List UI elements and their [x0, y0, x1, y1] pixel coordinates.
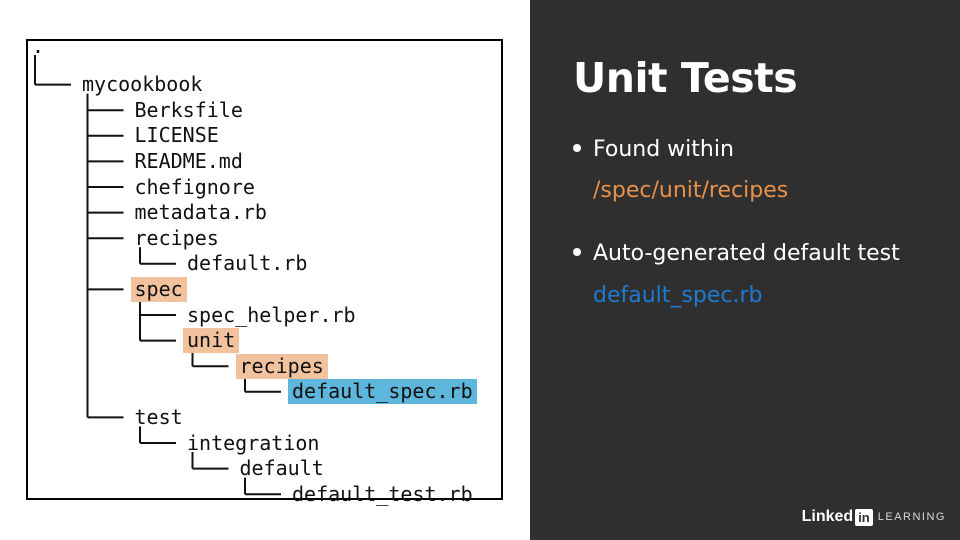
tree-entry: test: [134, 404, 183, 429]
tree-entry: default_test.rb: [292, 481, 473, 506]
bullet-path-detail: /spec/unit/recipes: [593, 178, 789, 203]
tree-entry: metadata.rb: [134, 200, 267, 225]
bullet-found-within: Found within: [573, 137, 734, 162]
slide-text-panel: Unit Tests Found within /spec/unit/recip…: [530, 0, 960, 540]
tree-entry: default_spec.rb: [288, 379, 477, 405]
bullet-dot-icon: [573, 248, 581, 256]
bullet-auto-generated: Auto-generated default test: [573, 241, 900, 266]
tree-root-dot: .: [32, 34, 45, 58]
file-tree-panel: . mycookbook Berksfile LICENSE README.md che…: [0, 0, 530, 540]
tree-entry: spec: [130, 276, 187, 302]
logo-word: Linked: [801, 508, 854, 525]
tree-entry: recipes: [134, 225, 219, 250]
directory-tree: . mycookbook Berksfile LICENSE README.md che…: [26, 34, 503, 506]
tree-entry: README.md: [134, 148, 243, 173]
tree-entry: mycookbook: [82, 72, 203, 97]
bullet-text: Auto-generated default test: [593, 241, 900, 266]
tree-entry: spec_helper.rb: [187, 302, 356, 327]
tree-entry: chefignore: [134, 174, 255, 199]
tree-entry: default: [239, 456, 324, 481]
tree-entry: unit: [183, 328, 240, 354]
tree-entry: recipes: [235, 353, 328, 379]
tree-entry: default.rb: [187, 251, 308, 276]
tree-entry: integration: [187, 430, 320, 455]
linkedin-learning-logo: Linked in LEARNING: [802, 508, 946, 526]
logo-learning-text: LEARNING: [877, 511, 946, 523]
bullet-file-detail: default_spec.rb: [593, 283, 763, 308]
bullet-text: Found within: [593, 137, 734, 162]
slide-title: Unit Tests: [573, 54, 798, 102]
bullet-dot-icon: [573, 144, 581, 152]
tree-entry: LICENSE: [134, 123, 219, 148]
linkedin-in-icon: in: [855, 508, 873, 526]
tree-entry: Berksfile: [134, 97, 243, 122]
